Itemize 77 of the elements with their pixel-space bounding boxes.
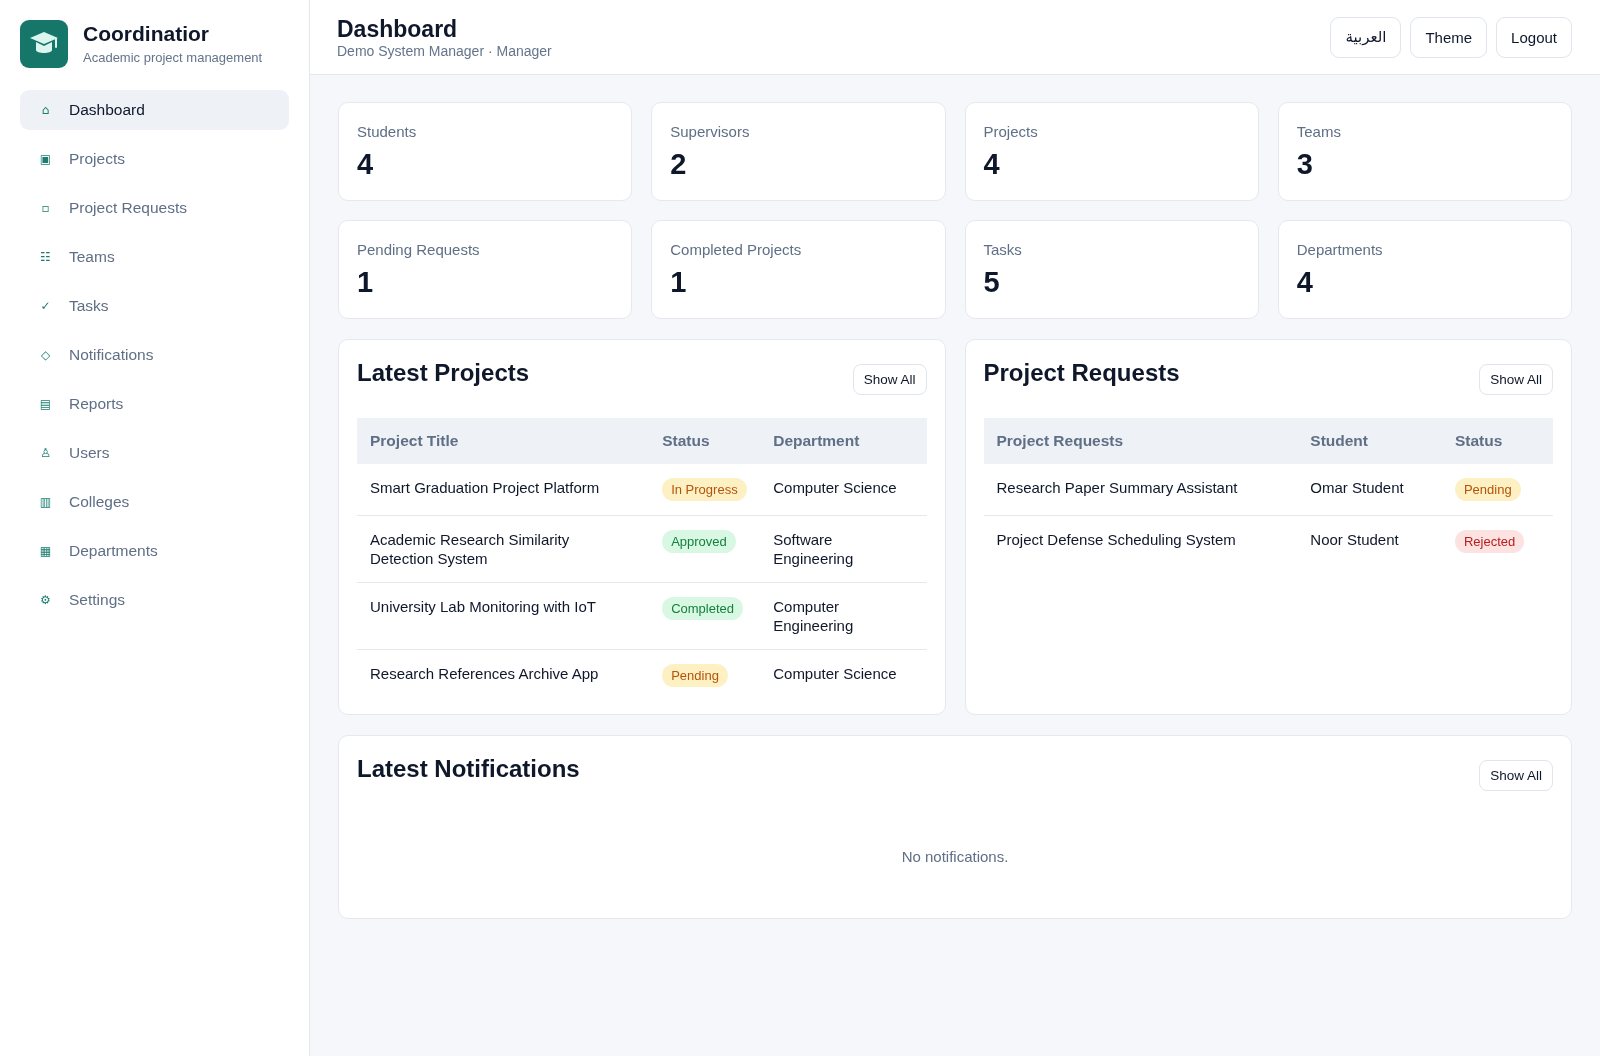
panel-title: Project Requests <box>983 358 1180 388</box>
app-subtitle: Academic project management <box>83 49 263 67</box>
gear-icon: ⚙ <box>38 592 53 608</box>
stat-value: 5 <box>983 265 1000 300</box>
column-header: Status <box>649 418 761 464</box>
sidebar-item[interactable]: ⌂ Dashboard <box>20 90 289 130</box>
show-all-button[interactable]: Show All <box>1479 364 1553 395</box>
sidebar-item[interactable]: ✓ Tasks <box>20 286 289 326</box>
header-button[interactable]: Theme <box>1410 16 1488 58</box>
trigram-icon: ☷ <box>38 249 53 265</box>
table-cell: Smart Graduation Project Platform <box>357 464 650 516</box>
stat-label: Tasks <box>983 240 1022 260</box>
stat-label: Pending Requests <box>357 240 480 260</box>
stat-label: Supervisors <box>670 122 750 142</box>
graduation-cap-icon <box>20 20 68 68</box>
table-cell: Software Engineering <box>760 515 927 583</box>
stat-label: Students <box>357 122 417 142</box>
table-cell: Computer Engineering <box>760 582 927 650</box>
diamond-icon: ◇ <box>38 347 53 363</box>
status-badge: Completed <box>662 597 744 620</box>
panel-title: Latest Projects <box>357 358 530 388</box>
stat-value: 1 <box>357 265 374 300</box>
user-info: Demo System Manager · Manager <box>337 42 552 60</box>
status-badge: Pending <box>1454 478 1521 501</box>
house-icon: ⌂ <box>38 102 53 118</box>
grid-icon: ▦ <box>38 543 53 559</box>
stat-value: 4 <box>1296 265 1313 300</box>
table-cell: Computer Science <box>760 464 927 516</box>
show-all-button[interactable]: Show All <box>1479 760 1553 791</box>
sidebar-item[interactable]: ▣ Projects <box>20 139 289 179</box>
table-cell: Academic Research Similarity Detection System <box>357 515 650 583</box>
sidebar-item[interactable]: ☷ Teams <box>20 237 289 277</box>
table-cell: Noor Student <box>1297 515 1442 567</box>
lined-square-icon: ▤ <box>38 396 53 412</box>
table-cell: Research Paper Summary Assistant <box>983 464 1298 516</box>
stat-value: 1 <box>670 265 687 300</box>
small-square-icon: ▫ <box>38 200 53 216</box>
table-cell: Computer Science <box>760 649 927 701</box>
sidebar-item[interactable]: ▥ Colleges <box>20 482 289 522</box>
sidebar-item[interactable]: ♙ Users <box>20 433 289 473</box>
table-cell: Research References Archive App <box>357 649 650 701</box>
sidebar-item[interactable]: ▤ Reports <box>20 384 289 424</box>
show-all-button[interactable]: Show All <box>852 364 927 395</box>
columns-icon: ▥ <box>38 494 53 510</box>
status-badge: Rejected <box>1454 530 1525 553</box>
header-button[interactable]: Logout <box>1496 16 1572 58</box>
check-icon: ✓ <box>38 298 53 314</box>
table-cell: Omar Student <box>1297 464 1442 516</box>
empty-message: No notifications. <box>901 848 1009 866</box>
status-badge: Approved <box>662 530 736 553</box>
app-title: Coordinatior <box>83 21 209 47</box>
table-cell: University Lab Monitoring with IoT <box>357 582 650 650</box>
filled-square-icon: ▣ <box>38 151 53 167</box>
column-header: Student <box>1297 418 1442 464</box>
stat-value: 2 <box>670 147 687 182</box>
header-button[interactable]: العربية <box>1330 16 1402 58</box>
stat-value: 3 <box>1296 147 1313 182</box>
stat-value: 4 <box>357 147 374 182</box>
sidebar-item[interactable]: ◇ Notifications <box>20 335 289 375</box>
sidebar-item[interactable]: ▦ Departments <box>20 531 289 571</box>
column-header: Project Title <box>357 418 650 464</box>
sidebar-item[interactable]: ⚙ Settings <box>20 580 289 620</box>
stat-label: Departments <box>1296 240 1383 260</box>
stat-label: Teams <box>1296 122 1341 142</box>
column-header: Status <box>1441 418 1553 464</box>
column-header: Department <box>760 418 927 464</box>
stat-value: 4 <box>983 147 1000 182</box>
column-header: Project Requests <box>983 418 1298 464</box>
table-cell: Project Defense Scheduling System <box>983 515 1298 567</box>
panel-title: Latest Notifications <box>357 754 580 784</box>
stat-label: Projects <box>983 122 1038 142</box>
status-badge: Pending <box>662 664 728 687</box>
sidebar-item[interactable]: ▫ Project Requests <box>20 188 289 228</box>
status-badge: In Progress <box>662 478 747 501</box>
pawn-icon: ♙ <box>38 445 53 461</box>
page-title: Dashboard <box>337 14 458 43</box>
stat-label: Completed Projects <box>670 240 802 260</box>
